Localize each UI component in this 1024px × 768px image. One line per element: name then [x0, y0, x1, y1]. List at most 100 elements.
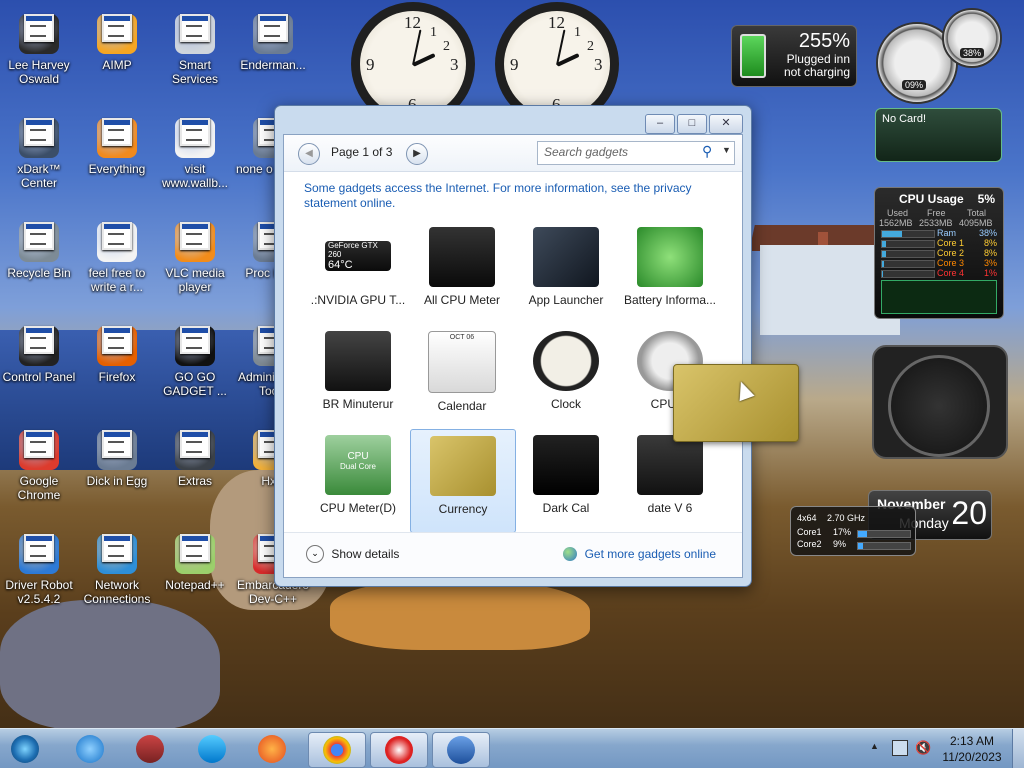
volume-muted-icon[interactable]: 🔇 — [915, 740, 931, 756]
cpu-usage-row-value: 8% — [983, 238, 997, 248]
taskbar-button[interactable] — [122, 732, 178, 766]
gadget-tile[interactable]: Clock — [514, 325, 618, 427]
internet-explorer-icon — [76, 735, 104, 763]
desktop-icon[interactable]: Google Chrome — [0, 424, 78, 502]
br-minuterur-gadget[interactable] — [872, 345, 1008, 459]
desktop-icon[interactable]: Extras — [156, 424, 234, 488]
gadget-tile[interactable]: date V 6 — [618, 429, 722, 531]
currency-drag-preview[interactable] — [673, 364, 799, 442]
desktop-icon[interactable]: Lee Harvey Oswald — [0, 8, 78, 86]
gadget-tile[interactable]: GeForce GTX 260 64°C PCB: 56°C .:NVIDIA GPU… — [306, 221, 410, 323]
cpu-small-arch: 4x64 — [797, 513, 817, 523]
close-button[interactable]: ✕ — [709, 114, 743, 134]
desktop-icon[interactable]: Recycle Bin — [0, 216, 78, 280]
recycle-bin-icon — [19, 222, 59, 262]
tray-up-arrow-icon[interactable]: ▲ — [870, 741, 879, 751]
search-input[interactable]: Search gadgets ⚲ ▼ — [537, 141, 735, 165]
gadget-tile[interactable]: App Launcher — [514, 221, 618, 323]
minimize-button[interactable]: – — [645, 114, 675, 134]
desktop-icon[interactable]: Enderman... — [234, 8, 312, 72]
desktop-icon[interactable]: Control Panel — [0, 320, 78, 384]
cpu-small-core-row: Core2 9% — [797, 539, 911, 551]
cpu-dial-gadget[interactable]: 09% 38% — [876, 8, 1002, 104]
control-panel-icon — [19, 326, 59, 366]
desktop-icon[interactable]: feel free to write a r... — [78, 216, 156, 294]
cpu-usage-memory-value: 4095MB — [959, 218, 993, 228]
gadget-tile[interactable]: Currency — [410, 429, 516, 533]
prev-page-button[interactable]: ◀ — [298, 143, 320, 165]
cpu-usage-row-value: 38% — [978, 228, 997, 238]
gadget-tile[interactable]: Battery Informa... — [618, 221, 722, 323]
network-tray-icon[interactable] — [892, 740, 908, 756]
gadget-tile[interactable]: All CPU Meter — [410, 221, 514, 323]
taskbar-button[interactable] — [370, 732, 428, 768]
cpu-small-core-value: 17% — [833, 527, 852, 537]
desktop-icon-label: Firefox — [98, 370, 136, 384]
music-icon — [198, 735, 226, 763]
clock-time[interactable]: 2:13 AM — [948, 734, 996, 748]
desktop-icon-label: Dick in Egg — [86, 474, 148, 488]
taskbar-button[interactable] — [432, 732, 490, 768]
nvidia-thumb-text: 64°C — [328, 259, 353, 271]
app-window-icon — [102, 118, 132, 146]
app-icon — [97, 430, 137, 470]
desktop-icon[interactable]: visit www.wallb... — [156, 112, 234, 190]
cpu-usage-row-value: 3% — [983, 258, 997, 268]
taskbar-button[interactable] — [184, 732, 240, 766]
gadget-tile[interactable]: Dark Cal — [514, 429, 618, 531]
app-window-icon — [24, 222, 54, 250]
app-window-icon — [180, 534, 210, 562]
taskbar-button[interactable] — [244, 732, 300, 766]
nvidia-gadget[interactable]: No Card! — [875, 108, 1002, 162]
desktop-icon[interactable]: Notepad++ — [156, 528, 234, 592]
cpu-small-freq: 2.70 GHz — [827, 513, 866, 523]
cpu-usage-header: Total — [967, 208, 987, 218]
taskbar-button[interactable] — [308, 732, 366, 768]
cpu-usage-row-label: Core 2 — [937, 248, 965, 258]
cpu-usage-bar — [881, 240, 935, 248]
aimp-icon — [97, 14, 137, 54]
desktop-icon-label: AIMP — [102, 58, 132, 72]
desktop-icon[interactable]: Firefox — [78, 320, 156, 384]
desktop-icon[interactable]: Network Connections — [78, 528, 156, 606]
cpu-small-gadget[interactable]: 4x64 2.70 GHz Core1 17% Core2 9% — [790, 506, 916, 556]
battery-status-2: not charging — [783, 65, 850, 79]
cpu-meter-thumb-text: CPU — [347, 451, 369, 462]
chevron-down-icon[interactable]: ▼ — [722, 145, 731, 155]
desktop-icon-label: Driver Robot v2.5.4.2 — [5, 578, 73, 606]
desktop-icon[interactable]: AIMP — [78, 8, 156, 72]
privacy-notice-link[interactable]: Some gadgets access the Internet. For mo… — [304, 181, 724, 211]
desktop-icon[interactable]: Driver Robot v2.5.4.2 — [0, 528, 78, 606]
desktop-icon-label: GO GO GADGET ... — [163, 370, 227, 398]
gallery-footer: ⌄ Show details Get more gadgets online — [284, 532, 742, 577]
search-icon — [97, 118, 137, 158]
cpu-usage-gadget[interactable]: CPU Usage 5% Used 1562MB Free 2533MB Total 40… — [874, 187, 1004, 319]
taskbar-button[interactable] — [62, 732, 118, 766]
gear-icon — [175, 14, 215, 54]
desktop-icon[interactable]: xDark™ Center — [0, 112, 78, 190]
nvidia-status: No Card! — [882, 113, 927, 125]
gadget-tile[interactable]: BR Minuterur — [306, 325, 410, 427]
desktop-icon[interactable]: Smart Services — [156, 8, 234, 86]
gadget-tile-label: Currency — [438, 502, 488, 516]
computer-icon — [175, 326, 215, 366]
show-details-button[interactable]: ⌄ Show details — [306, 545, 399, 563]
next-page-button[interactable]: ▶ — [406, 143, 428, 165]
gadget-tile-label: Battery Informa... — [623, 293, 717, 307]
cpu-dial-right-value: 38% — [960, 48, 985, 58]
cpu-usage-bar-fill — [882, 251, 887, 257]
gadget-tile[interactable]: OCT 06 Calendar — [410, 325, 514, 427]
clock-date[interactable]: 11/20/2023 — [940, 750, 1004, 764]
taskbar-button[interactable] — [2, 732, 48, 766]
maximize-button[interactable]: □ — [677, 114, 707, 134]
gadget-tile[interactable]: CPU Dual Core CPU Meter(D) — [306, 429, 410, 531]
gadget-tile-label: Dark Cal — [542, 501, 590, 515]
more-gadgets-link[interactable]: Get more gadgets online — [563, 546, 716, 561]
gadget-thumbnail: OCT 06 — [428, 331, 496, 393]
desktop-icon[interactable]: GO GO GADGET ... — [156, 320, 234, 398]
show-desktop-button[interactable] — [1012, 729, 1024, 768]
desktop-icon[interactable]: VLC media player — [156, 216, 234, 294]
desktop-icon[interactable]: Dick in Egg — [78, 424, 156, 488]
battery-gadget[interactable]: 255% Plugged inn not charging — [731, 25, 857, 87]
desktop-icon[interactable]: Everything — [78, 112, 156, 176]
